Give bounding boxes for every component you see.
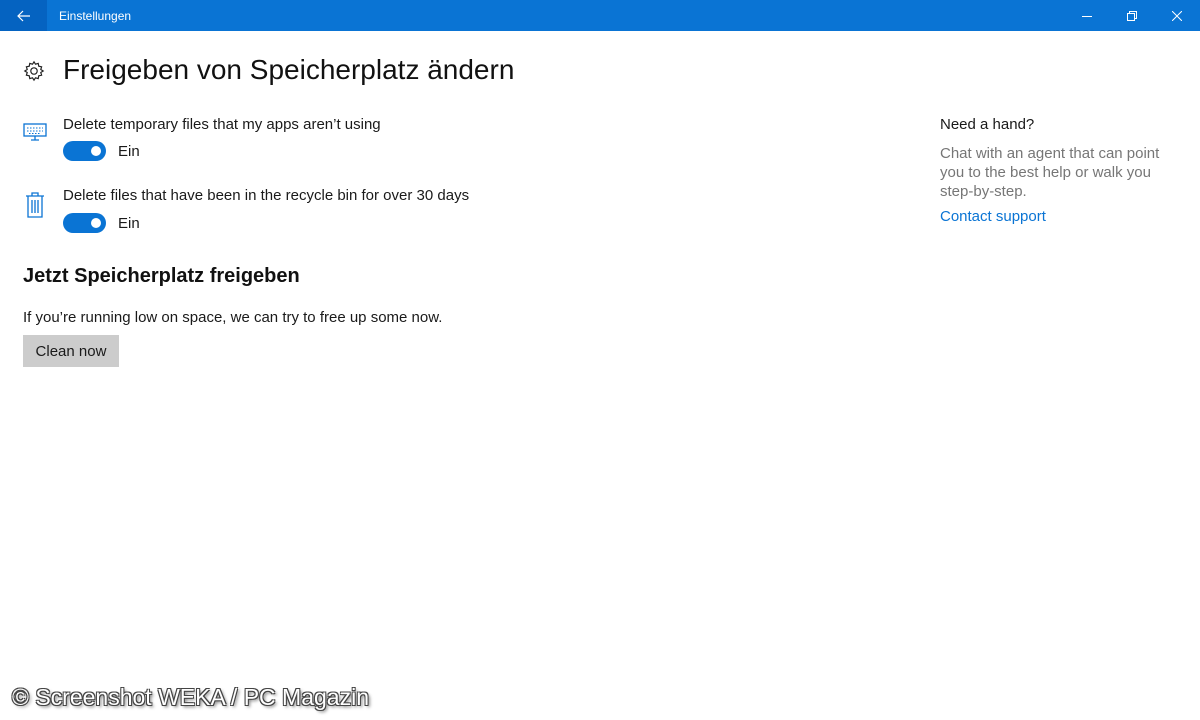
section-title: Jetzt Speicherplatz freigeben — [23, 265, 300, 287]
recycle-bin-toggle-state: Ein — [118, 215, 140, 232]
temp-files-toggle[interactable] — [63, 141, 106, 161]
help-title: Need a hand? — [940, 116, 1035, 133]
monitor-icon — [23, 123, 47, 141]
temp-files-label: Delete temporary files that my apps aren… — [63, 116, 381, 133]
minimize-icon — [1082, 15, 1092, 17]
close-button[interactable] — [1157, 0, 1197, 31]
help-description: Chat with an agent that can point you to… — [940, 145, 1160, 200]
temp-files-toggle-state: Ein — [118, 143, 140, 160]
window-title: Einstellungen — [59, 9, 132, 23]
recycle-bin-label: Delete files that have been in the recyc… — [63, 187, 470, 204]
restore-icon — [1127, 10, 1137, 21]
toggle-knob — [91, 218, 101, 228]
trash-icon — [26, 192, 44, 218]
watermark: © Screenshot WEKA / PC Magazin — [12, 684, 369, 710]
back-button[interactable] — [0, 0, 47, 31]
section-description: If you’re running low on space, we can t… — [23, 309, 443, 326]
page-title: Freigeben von Speicherplatz ändern — [63, 54, 515, 85]
close-icon — [1172, 10, 1182, 21]
maximize-button[interactable] — [1112, 0, 1152, 31]
clean-now-button[interactable]: Clean now — [23, 335, 119, 367]
title-bar: Einstellungen — [0, 0, 1200, 31]
minimize-button[interactable] — [1067, 0, 1107, 31]
gear-icon — [23, 60, 45, 82]
back-arrow-icon — [16, 10, 30, 21]
toggle-knob — [91, 146, 101, 156]
recycle-bin-toggle[interactable] — [63, 213, 106, 233]
contact-support-link[interactable]: Contact support — [940, 208, 1046, 225]
